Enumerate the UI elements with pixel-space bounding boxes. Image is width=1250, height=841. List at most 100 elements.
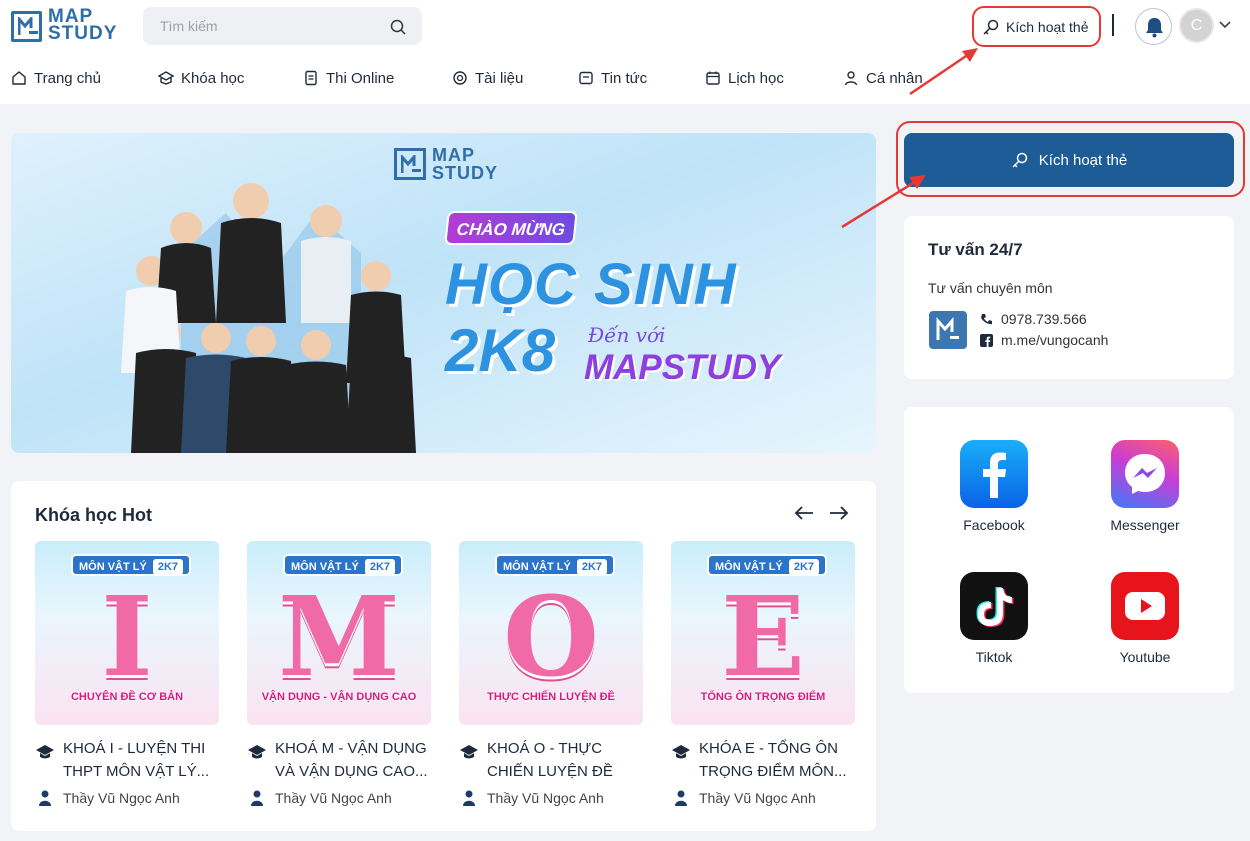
social-youtube[interactable]: Youtube [1095,572,1195,665]
facebook-square-icon [980,333,993,347]
phone-icon [981,313,992,324]
course-thumbnail[interactable]: MÔN VẬT LÝ 2K7 I CHUYÊN ĐỀ CƠ BẢN [35,541,219,725]
course-topic: TỔNG ÔN TRỌNG ĐIỂM [700,691,826,703]
nav-label: Tài liệu [475,69,524,87]
exam-icon [305,70,317,86]
logo-icon[interactable] [11,11,42,42]
banner-brand: MAPSTUDY [584,348,781,387]
consult-subtitle: Tư vấn chuyên môn [928,280,1053,296]
social-facebook[interactable]: Facebook [944,440,1044,533]
logo-text[interactable]: MAP STUDY [48,7,118,44]
mapstudy-logo-icon [929,311,967,349]
banner-logo-line1: MAP [432,145,475,165]
course-title[interactable]: KHOÁ I - LUYỆN THI THPT MÔN VẬT LÝ... [35,737,219,783]
header: MAP STUDY Kích hoạt thẻ C Trang chủ Khóa… [0,0,1250,104]
course-topic: CHUYÊN ĐỀ CƠ BẢN [70,691,184,703]
social-label: Facebook [963,517,1025,533]
course-title-text: KHOÁ M - VẬN DỤNG VÀ VẬN DỤNG CAO... [275,740,428,780]
graduation-cap-icon [460,745,478,759]
consult-messenger-link[interactable]: m.me/vungocanh [980,332,1108,348]
course-card[interactable]: MÔN VẬT LÝ 2K7 M VẬN DỤNG - VẬN DỤNG CAO … [247,541,431,806]
course-icon [158,71,174,85]
search-icon[interactable] [390,19,406,35]
social-label: Tiktok [975,649,1013,665]
teacher-name: Thầy Vũ Ngọc Anh [275,790,392,806]
course-topic: THỰC CHIẾN LUYỆN ĐỀ [487,691,615,703]
nav-label: Thi Online [326,69,395,87]
consult-title: Tư vấn 24/7 [928,240,1023,259]
phone-number: 0978.739.566 [1001,311,1087,327]
course-teacher: Thầy Vũ Ngọc Anh [671,790,855,806]
course-topic: VẬN DỤNG - VẬN DỤNG CAO [261,691,417,703]
document-icon [453,71,467,85]
social-card: Facebook Messenger Tiktok Youtube [904,407,1234,693]
home-icon [12,71,26,85]
annotation-arrow-button [841,175,926,229]
section-title: Khóa học Hot [35,505,152,525]
main-nav: Trang chủ Khóa học Thi Online Tài liệu T… [0,62,1250,96]
course-letter: E [721,572,805,701]
person-icon [463,790,475,806]
search-box [143,7,422,45]
nav-item-news[interactable]: Tin tức [578,62,647,94]
course-letter: I [101,572,153,701]
teacher-name: Thầy Vũ Ngọc Anh [699,790,816,806]
nav-label: Trang chủ [34,69,101,87]
teachers-photo [121,183,416,453]
divider [1112,14,1114,36]
social-label: Youtube [1119,649,1171,665]
nav-item-courses[interactable]: Khóa học [158,62,244,94]
graduation-cap-icon [36,745,54,759]
banner-greeting: CHÀO MỪNG [444,211,578,245]
course-title[interactable]: KHÓA E - TỔNG ÔN TRỌNG ĐIỂM MÔN... [671,737,855,783]
course-title[interactable]: KHOÁ O - THỰC CHIẾN LUYỆN ĐỀ VẬ... [459,737,643,783]
annotation-arrow-top [909,48,978,96]
social-messenger[interactable]: Messenger [1095,440,1195,533]
banner-logo-line2: STUDY [432,163,499,183]
search-input[interactable] [143,7,383,45]
social-tiktok[interactable]: Tiktok [944,572,1044,665]
tiktok-icon [960,572,1028,640]
course-title-text: KHÓA E - TỔNG ÔN TRỌNG ĐIỂM MÔN... [699,740,847,780]
key-icon [983,19,999,35]
activate-card-button[interactable]: Kích hoạt thẻ [904,133,1234,187]
user-icon [844,71,858,86]
course-card[interactable]: MÔN VẬT LÝ 2K7 E TỔNG ÔN TRỌNG ĐIỂM KHÓA … [671,541,855,806]
calendar-icon [706,71,720,85]
arrow-right-icon[interactable] [827,501,851,525]
hot-courses-section: Khóa học Hot MÔN VẬT LÝ 2K7 I CHUYÊN ĐỀ C… [11,481,876,831]
course-teacher: Thầy Vũ Ngọc Anh [459,790,643,806]
activate-card-link-highlight: Kích hoạt thẻ [972,6,1101,47]
nav-item-documents[interactable]: Tài liệu [452,62,523,94]
course-title-text: KHOÁ I - LUYỆN THI THPT MÔN VẬT LÝ... [63,740,210,780]
logo-line2: STUDY [48,23,118,44]
notification-button[interactable] [1135,8,1172,45]
course-card[interactable]: MÔN VẬT LÝ 2K7 I CHUYÊN ĐỀ CƠ BẢN KHOÁ I … [35,541,219,806]
course-teacher: Thầy Vũ Ngọc Anh [35,790,219,806]
nav-item-home[interactable]: Trang chủ [11,62,101,94]
course-teacher: Thầy Vũ Ngọc Anh [247,790,431,806]
teacher-name: Thầy Vũ Ngọc Anh [487,790,604,806]
arrow-left-icon[interactable] [792,501,816,525]
course-thumbnail[interactable]: MÔN VẬT LÝ 2K7 E TỔNG ÔN TRỌNG ĐIỂM [671,541,855,725]
activate-card-label: Kích hoạt thẻ [1006,19,1089,35]
bell-icon [1146,18,1163,38]
course-thumbnail[interactable]: MÔN VẬT LÝ 2K7 M VẬN DỤNG - VẬN DỤNG CAO [247,541,431,725]
graduation-cap-icon [672,745,690,759]
chevron-down-icon[interactable] [1219,21,1231,29]
avatar[interactable]: C [1179,8,1214,43]
banner-headline: HỌC SINH [445,252,737,317]
consult-phone[interactable]: 0978.739.566 [980,311,1087,327]
person-icon [251,790,263,806]
activate-card-link[interactable]: Kích hoạt thẻ [982,18,1089,36]
messenger-link-text: m.me/vungocanh [1001,332,1109,348]
nav-item-schedule[interactable]: Lịch học [705,62,784,94]
messenger-icon [1111,440,1179,508]
course-card[interactable]: MÔN VẬT LÝ 2K7 O THỰC CHIẾN LUYỆN ĐỀ KHOÁ… [459,541,643,806]
social-label: Messenger [1110,517,1180,533]
nav-item-exam[interactable]: Thi Online [303,62,394,94]
course-thumbnail[interactable]: MÔN VẬT LÝ 2K7 O THỰC CHIẾN LUYỆN ĐỀ [459,541,643,725]
activate-card-label: Kích hoạt thẻ [1038,151,1128,169]
course-title[interactable]: KHOÁ M - VẬN DỤNG VÀ VẬN DỤNG CAO... [247,737,431,783]
welcome-banner[interactable]: MAP STUDY CHÀO MỪNG HỌC SINH 2K8 Đến với… [11,133,876,453]
